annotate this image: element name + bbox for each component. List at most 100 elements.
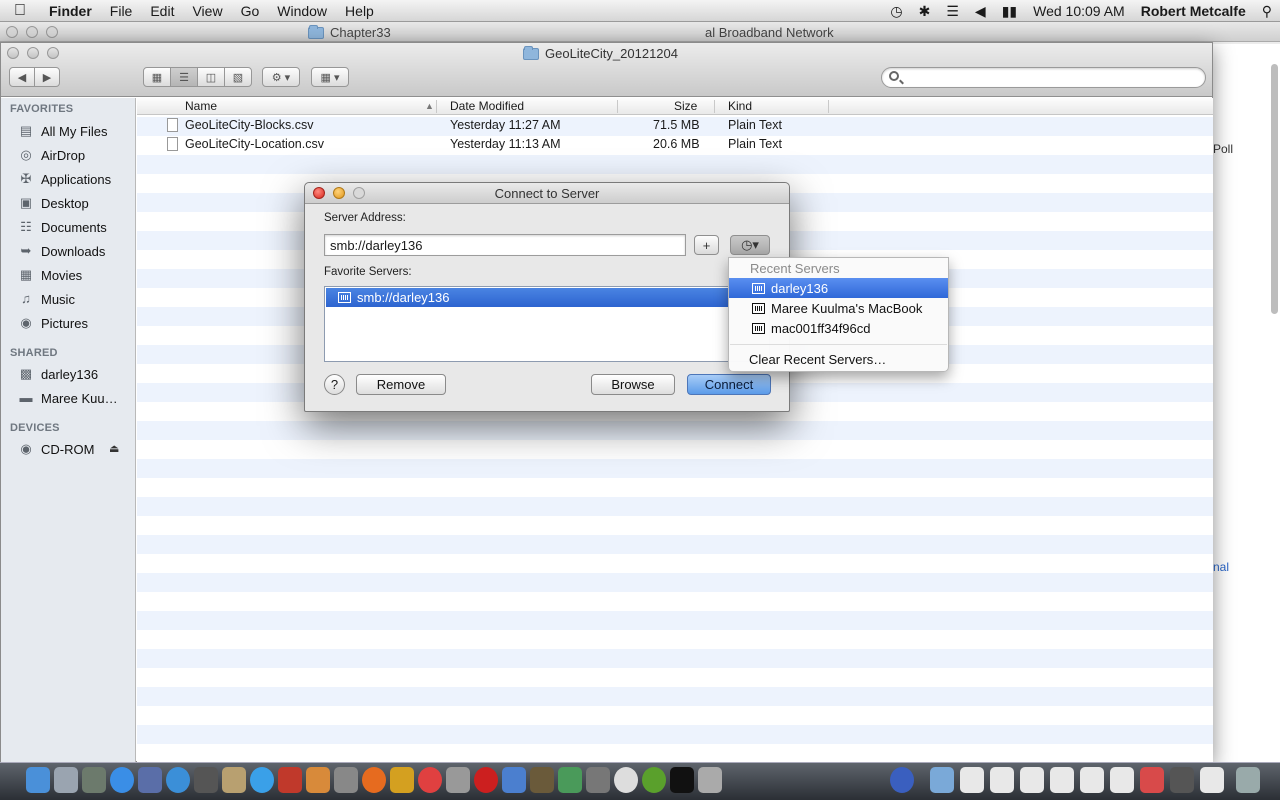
bluetooth-icon[interactable]: ✱ xyxy=(911,3,939,20)
add-favorite-button[interactable]: + xyxy=(694,235,719,255)
firefox-dock-icon[interactable] xyxy=(362,767,386,793)
recent-servers-button[interactable]: ◷▾ xyxy=(730,235,770,255)
documents-stack-dock-icon[interactable] xyxy=(930,767,954,793)
minimized-window-dock-icon[interactable] xyxy=(960,767,984,793)
terminal-dock-icon[interactable] xyxy=(670,767,694,793)
sidebar-item-airdrop[interactable]: ◎ AirDrop xyxy=(17,144,85,166)
eject-icon[interactable]: ⏏ xyxy=(109,442,119,455)
xcode-dock-icon[interactable] xyxy=(502,767,526,793)
network-dock-icon[interactable] xyxy=(890,767,914,793)
apple-menu-icon[interactable]:  xyxy=(0,2,40,20)
sidebar-item-desktop[interactable]: ▣ Desktop xyxy=(17,192,89,214)
menu-file[interactable]: File xyxy=(101,3,142,19)
finder-dock-icon[interactable] xyxy=(26,767,50,793)
editor-dock-icon[interactable] xyxy=(642,767,666,793)
photo-booth-dock-icon[interactable] xyxy=(278,767,302,793)
opera-dock-icon[interactable] xyxy=(474,767,498,793)
action-gear-button[interactable]: ⚙ ▾ xyxy=(262,67,300,87)
background-side-link[interactable]: nal xyxy=(1213,560,1229,574)
system-preferences-dock-icon[interactable] xyxy=(334,767,358,793)
bg-zoom-icon[interactable] xyxy=(46,26,58,38)
column-date-header[interactable]: Date Modified xyxy=(450,99,524,113)
remove-button[interactable]: Remove xyxy=(356,374,446,395)
menu-view[interactable]: View xyxy=(183,3,231,19)
chrome-dock-icon[interactable] xyxy=(418,767,442,793)
launchpad-dock-icon[interactable] xyxy=(54,767,78,793)
sidebar-item-downloads[interactable]: ➥ Downloads xyxy=(17,240,106,262)
minimized-window-dock-icon[interactable] xyxy=(1140,767,1164,793)
help-button[interactable]: ? xyxy=(324,374,345,395)
wifi-icon[interactable]: ☰ xyxy=(938,3,967,20)
recent-server-maree-macbook[interactable]: Maree Kuulma's MacBook xyxy=(729,298,948,318)
disk-utility-dock-icon[interactable] xyxy=(614,767,638,793)
menubar-user[interactable]: Robert Metcalfe xyxy=(1133,3,1254,19)
sidebar-item-music[interactable]: ♫ Music xyxy=(17,288,75,310)
menu-window[interactable]: Window xyxy=(268,3,336,19)
favorite-servers-list[interactable]: smb://darley136 xyxy=(324,286,770,362)
menu-app-name[interactable]: Finder xyxy=(40,3,101,19)
zoom-icon[interactable] xyxy=(47,47,59,59)
sidebar-item-documents[interactable]: ☷ Documents xyxy=(17,216,107,238)
time-machine-icon[interactable]: ◷ xyxy=(882,3,910,20)
help-dock-icon[interactable] xyxy=(586,767,610,793)
bg-close-icon[interactable] xyxy=(6,26,18,38)
recent-server-darley136[interactable]: darley136 xyxy=(729,278,948,298)
column-view-button[interactable]: ◫ xyxy=(197,67,225,87)
volume-icon[interactable]: ◀ xyxy=(967,3,994,20)
iphoto-dock-icon[interactable] xyxy=(306,767,330,793)
connect-button[interactable]: Connect xyxy=(687,374,771,395)
filezilla-dock-icon[interactable] xyxy=(390,767,414,793)
search-input[interactable] xyxy=(881,67,1206,88)
column-size-header[interactable]: Size xyxy=(674,99,697,113)
menu-go[interactable]: Go xyxy=(232,3,269,19)
close-icon[interactable] xyxy=(7,47,19,59)
table-row[interactable]: GeoLiteCity-Location.csv Yesterday 11:13… xyxy=(137,135,1213,154)
dialog-minimize-icon[interactable] xyxy=(333,187,345,199)
sidebar-item-darley136[interactable]: ▩ darley136 xyxy=(17,363,98,385)
sidebar-item-applications[interactable]: ✠ Applications xyxy=(17,168,112,190)
minimized-window-dock-icon[interactable] xyxy=(1170,767,1194,793)
app-store-dock-icon[interactable] xyxy=(110,767,134,793)
server-address-input[interactable]: smb://darley136 xyxy=(324,234,686,256)
list-item[interactable]: smb://darley136 xyxy=(326,288,729,307)
dashboard-dock-icon[interactable] xyxy=(82,767,106,793)
column-kind-header[interactable]: Kind xyxy=(728,99,752,113)
trash-dock-icon[interactable] xyxy=(1236,767,1260,793)
itunes-dock-icon[interactable] xyxy=(250,767,274,793)
icon-view-button[interactable]: ▦ xyxy=(143,67,171,87)
minimized-window-dock-icon[interactable] xyxy=(1050,767,1074,793)
arrange-button[interactable]: ▦ ▾ xyxy=(311,67,349,87)
back-button[interactable]: ◀ xyxy=(9,67,35,87)
forward-button[interactable]: ▶ xyxy=(34,67,60,87)
minimized-window-dock-icon[interactable] xyxy=(1020,767,1044,793)
list-view-button[interactable]: ☰ xyxy=(170,67,198,87)
safari-dock-icon[interactable] xyxy=(166,767,190,793)
table-row[interactable]: GeoLiteCity-Blocks.csv Yesterday 11:27 A… xyxy=(137,116,1213,135)
recent-server-mac001[interactable]: mac001ff34f96cd xyxy=(729,318,948,338)
clear-recent-servers[interactable]: Clear Recent Servers… xyxy=(729,349,948,369)
menubar-clock[interactable]: Wed 10:09 AM xyxy=(1025,3,1133,19)
sidebar-item-pictures[interactable]: ◉ Pictures xyxy=(17,312,88,334)
menu-edit[interactable]: Edit xyxy=(141,3,183,19)
automator-dock-icon[interactable] xyxy=(698,767,722,793)
sidebar-item-all-my-files[interactable]: ▤ All My Files xyxy=(17,120,108,142)
contacts-dock-icon[interactable] xyxy=(222,767,246,793)
dialog-zoom-icon[interactable] xyxy=(353,187,365,199)
grapher-dock-icon[interactable] xyxy=(446,767,470,793)
sidebar-item-movies[interactable]: ▦ Movies xyxy=(17,264,82,286)
background-scrollbar[interactable] xyxy=(1271,64,1278,314)
minimized-window-dock-icon[interactable] xyxy=(1110,767,1134,793)
bg-minimize-icon[interactable] xyxy=(26,26,38,38)
sidebar-item-cdrom[interactable]: ◉ CD-ROM xyxy=(17,438,94,460)
column-name-header[interactable]: Name xyxy=(185,99,217,113)
menu-help[interactable]: Help xyxy=(336,3,383,19)
minimized-window-dock-icon[interactable] xyxy=(990,767,1014,793)
gimp-dock-icon[interactable] xyxy=(530,767,554,793)
spotlight-icon[interactable]: ⚲ xyxy=(1254,3,1280,20)
dialog-close-icon[interactable] xyxy=(313,187,325,199)
battery-icon[interactable]: ▮▮ xyxy=(994,3,1025,20)
camera-dock-icon[interactable] xyxy=(194,767,218,793)
minimized-window-dock-icon[interactable] xyxy=(1200,767,1224,793)
browse-button[interactable]: Browse xyxy=(591,374,675,395)
preview-dock-icon[interactable] xyxy=(138,767,162,793)
